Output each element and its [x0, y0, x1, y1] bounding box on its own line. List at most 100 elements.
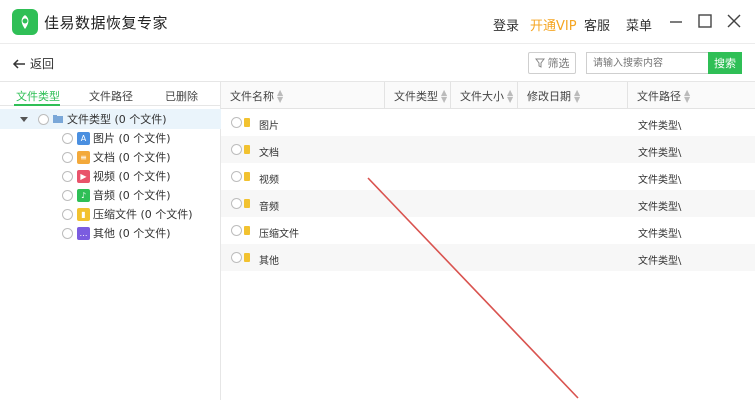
column-header-date[interactable]: 修改日期 ▲ ▼: [518, 82, 628, 109]
column-header-name[interactable]: 文件名称 ▲ ▼: [221, 82, 385, 109]
row-path: 文件类型\: [638, 175, 682, 186]
folder-icon: [244, 118, 250, 127]
minimize-icon[interactable]: [667, 12, 685, 30]
row-path: 文件类型\: [638, 229, 682, 240]
row-radio[interactable]: [231, 144, 242, 155]
table-row[interactable]: 其他 文件类型\: [221, 244, 755, 271]
row-path: 文件类型\: [638, 202, 682, 213]
row-radio[interactable]: [231, 171, 242, 182]
tab-deleted[interactable]: 已删除: [165, 88, 198, 104]
table-row[interactable]: 音频 文件类型\: [221, 190, 755, 217]
toolbar: 返回 筛选 搜索: [0, 44, 755, 82]
table-row[interactable]: 视频 文件类型\: [221, 163, 755, 190]
title-bar: 佳易数据恢复专家 登录 开通VIP 客服 菜单: [0, 0, 755, 44]
folder-icon: [244, 253, 250, 262]
sort-icon: ▲ ▼: [574, 87, 581, 104]
row-name: 图片: [259, 121, 279, 132]
arrow-left-icon: [12, 58, 25, 69]
customer-service-link[interactable]: 客服: [584, 15, 610, 34]
filter-icon: [534, 58, 545, 68]
close-icon[interactable]: [725, 12, 743, 30]
column-header-size[interactable]: 文件大小 ▲ ▼: [451, 82, 518, 109]
row-path: 文件类型\: [638, 148, 682, 159]
left-panel: 文件类型 文件路径 已删除 文件类型 (0 个文件) A 图片 (0 个文件) …: [0, 82, 221, 400]
app-logo-icon: [12, 9, 38, 35]
row-name: 其他: [259, 256, 279, 267]
folder-icon: [244, 172, 250, 181]
menu-link[interactable]: 菜单: [626, 15, 652, 34]
folder-icon: [244, 226, 250, 235]
tree-item-radio[interactable]: [62, 189, 73, 201]
back-label: 返回: [30, 57, 55, 71]
back-button[interactable]: 返回: [12, 55, 54, 72]
sort-icon: ▲ ▼: [507, 87, 514, 104]
maximize-icon[interactable]: [696, 12, 714, 30]
filter-label: 筛选: [547, 57, 570, 70]
table-header: 文件名称 ▲ ▼ 文件类型 ▲ ▼ 文件大小 ▲ ▼ 修改日期 ▲ ▼ 文件路径 ▲ ▼: [221, 82, 755, 109]
tree-item-label: 音频 (0 个文件): [93, 189, 171, 202]
search-input[interactable]: [586, 52, 708, 74]
column-header-label: 文件类型: [394, 89, 438, 103]
tree-item-label: 文档 (0 个文件): [93, 151, 171, 164]
tree-item-label: 图片 (0 个文件): [93, 132, 171, 145]
tree-item-radio[interactable]: [62, 227, 73, 239]
row-radio[interactable]: [231, 198, 242, 209]
tab-file-path[interactable]: 文件路径: [89, 88, 133, 104]
row-radio[interactable]: [231, 252, 242, 263]
column-header-type[interactable]: 文件类型 ▲ ▼: [385, 82, 451, 109]
column-header-label: 文件名称: [230, 89, 274, 103]
column-header-path[interactable]: 文件路径 ▲ ▼: [628, 82, 755, 109]
other-icon: …: [77, 226, 90, 240]
tree-item-label: 压缩文件 (0 个文件): [93, 208, 193, 221]
image-icon: A: [77, 131, 90, 145]
search-button[interactable]: 搜索: [708, 52, 742, 74]
login-link[interactable]: 登录: [493, 15, 519, 34]
tab-file-type[interactable]: 文件类型: [16, 88, 60, 104]
tree-item-radio[interactable]: [62, 132, 73, 144]
sort-icon: ▲ ▼: [441, 87, 448, 104]
folder-icon: [52, 113, 64, 125]
tree-item-radio[interactable]: [62, 208, 73, 220]
table-row[interactable]: 压缩文件 文件类型\: [221, 217, 755, 244]
tree-root[interactable]: 文件类型 (0 个文件): [38, 110, 167, 128]
table-row[interactable]: 文档 文件类型\: [221, 136, 755, 163]
vip-link[interactable]: 开通VIP: [530, 15, 577, 34]
row-name: 音频: [259, 202, 279, 213]
tree-root-label: 文件类型 (0 个文件): [67, 113, 167, 126]
tree-item-archive[interactable]: ▮ 压缩文件 (0 个文件): [62, 205, 193, 223]
tree-item-document[interactable]: ≡ 文档 (0 个文件): [62, 148, 171, 166]
video-icon: ▶: [77, 169, 90, 183]
active-tab-indicator: [14, 104, 60, 106]
row-path: 文件类型\: [638, 121, 682, 132]
row-name: 视频: [259, 175, 279, 186]
row-path: 文件类型\: [638, 256, 682, 267]
left-tabs: 文件类型 文件路径 已删除: [0, 82, 221, 106]
table-row[interactable]: 图片 文件类型\: [221, 109, 755, 136]
folder-icon: [244, 145, 250, 154]
audio-icon: ♪: [77, 188, 90, 202]
row-radio[interactable]: [231, 117, 242, 128]
tree-item-radio[interactable]: [62, 170, 73, 182]
document-icon: ≡: [77, 150, 90, 164]
tree-item-video[interactable]: ▶ 视频 (0 个文件): [62, 167, 171, 185]
tree-expand-icon[interactable]: [20, 117, 28, 122]
tree-item-label: 视频 (0 个文件): [93, 170, 171, 183]
tree-item-label: 其他 (0 个文件): [93, 227, 171, 240]
column-header-label: 文件大小: [460, 89, 504, 103]
tree-item-image[interactable]: A 图片 (0 个文件): [62, 129, 171, 147]
column-header-label: 文件路径: [637, 89, 681, 103]
folder-icon: [244, 199, 250, 208]
app-title: 佳易数据恢复专家: [44, 14, 169, 32]
tree-item-radio[interactable]: [62, 151, 73, 163]
archive-icon: ▮: [77, 207, 90, 221]
row-name: 压缩文件: [259, 229, 299, 240]
row-name: 文档: [259, 148, 279, 159]
tree-item-other[interactable]: … 其他 (0 个文件): [62, 224, 171, 242]
sort-icon: ▲ ▼: [277, 87, 284, 104]
filter-button[interactable]: 筛选: [528, 52, 576, 74]
tree-root-radio[interactable]: [38, 113, 49, 125]
row-radio[interactable]: [231, 225, 242, 236]
column-header-label: 修改日期: [527, 89, 571, 103]
tree-item-audio[interactable]: ♪ 音频 (0 个文件): [62, 186, 171, 204]
sort-icon: ▲ ▼: [684, 87, 691, 104]
